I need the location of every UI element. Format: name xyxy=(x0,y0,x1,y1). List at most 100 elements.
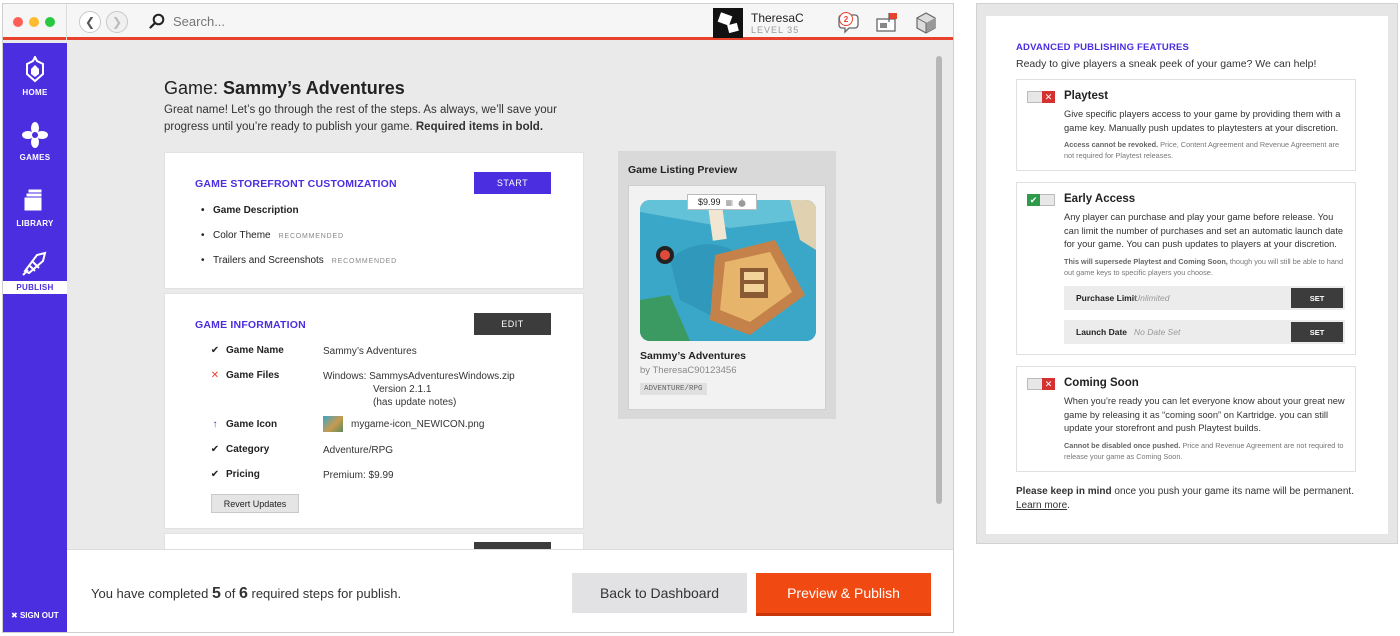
category-tag: ADVENTURE/RPG xyxy=(640,383,707,395)
history-nav: ❮ ❯ xyxy=(79,11,128,33)
sidebar-item-publish[interactable]: PUBLISH xyxy=(3,249,73,295)
storefront-card: GAME STOREFRONT CUSTOMIZATION START Game… xyxy=(164,152,584,289)
game-files-version: Version 2.1.1 xyxy=(373,384,432,395)
check-icon: ✔ xyxy=(210,444,220,455)
check-icon: ✔ xyxy=(210,345,220,356)
keep-in-mind-bold: Please keep in mind xyxy=(1016,486,1112,497)
learn-more-link[interactable]: Learn more xyxy=(1016,500,1067,511)
learn-more-period: . xyxy=(1067,499,1070,511)
username: TheresaC xyxy=(751,11,804,25)
early-access-note-bold: This will supersede Playtest and Coming … xyxy=(1064,257,1228,266)
early-access-toggle[interactable]: ✔ xyxy=(1027,194,1055,206)
notifications-button[interactable]: 2 xyxy=(835,12,859,34)
search-input[interactable] xyxy=(173,13,373,29)
set-purchase-limit-button[interactable]: SET xyxy=(1291,288,1343,308)
sidebar-item-home[interactable]: HOME xyxy=(3,56,67,97)
game-icon-filename: mygame-icon_NEWICON.png xyxy=(351,418,485,430)
set-launch-date-button[interactable]: SET xyxy=(1291,322,1343,342)
progress-text-of: of xyxy=(224,586,236,601)
storefront-item-label: Game Description xyxy=(213,205,299,216)
publish-warning: Please keep in mind once you push your g… xyxy=(1016,485,1356,512)
back-to-dashboard-button[interactable]: Back to Dashboard xyxy=(572,573,747,613)
coming-soon-toggle[interactable]: ✕ xyxy=(1027,378,1055,390)
edit-game-info-button[interactable]: EDIT xyxy=(474,313,551,335)
coming-soon-note-bold: Cannot be disabled once pushed. xyxy=(1064,441,1181,450)
launch-date-value: No Date Set xyxy=(1134,327,1181,337)
sidebar-item-label: LIBRARY xyxy=(16,219,54,228)
mailbox-button[interactable] xyxy=(875,12,899,34)
recommended-tag: RECOMMENDED xyxy=(278,233,344,240)
playtest-title: Playtest xyxy=(1064,90,1109,102)
preview-publish-button[interactable]: Preview & Publish xyxy=(756,573,931,613)
windows-icon: ▦ xyxy=(725,197,734,207)
sidebar-item-games[interactable]: GAMES xyxy=(3,121,67,162)
sign-out-button[interactable]: ✖ SIGN OUT xyxy=(11,611,59,620)
game-icon-thumbnail xyxy=(323,416,343,432)
notification-badge: 2 xyxy=(839,12,853,26)
revert-updates-button[interactable]: Revert Updates xyxy=(211,494,299,513)
toggle-off-x-icon: ✕ xyxy=(1042,91,1055,103)
purchase-limit-label: Purchase Limit xyxy=(1076,293,1137,303)
minimize-window-button[interactable] xyxy=(29,17,39,27)
game-cover-art xyxy=(640,200,816,341)
playtest-toggle[interactable]: ✕ xyxy=(1027,91,1055,103)
sidebar: HOME GAMES LIBRARY PUBLISH ✖ SIGN OUT xyxy=(3,43,73,632)
info-key: Pricing xyxy=(226,469,260,480)
sidebar-item-label: HOME xyxy=(22,88,48,97)
storefront-heading: GAME STOREFRONT CUSTOMIZATION xyxy=(195,178,397,190)
start-storefront-button[interactable]: START xyxy=(474,172,551,194)
coming-soon-description: When you’re ready you can let everyone k… xyxy=(1064,396,1345,433)
zoom-window-button[interactable] xyxy=(45,17,55,27)
info-key: Category xyxy=(226,444,270,455)
window-controls xyxy=(13,17,55,27)
intro-required-note: Required items in bold. xyxy=(415,121,544,133)
publish-footer: You have completed 5 of 6 required steps… xyxy=(67,549,953,632)
app-window: ❮ ❯ TheresaC LEVEL 35 2 xyxy=(2,3,954,633)
steps-completed: 5 xyxy=(211,585,221,602)
mailbox-icon xyxy=(876,13,897,32)
early-access-note: This will supersede Playtest and Coming … xyxy=(1064,257,1349,278)
launch-date-row: Launch Date No Date Set SET xyxy=(1064,320,1345,344)
error-x-icon: ✕ xyxy=(210,370,220,381)
main-scrollbar[interactable] xyxy=(936,56,942,504)
game-information-card: GAME INFORMATION EDIT ✔ Game Name Sammy’… xyxy=(164,293,584,529)
search-bar xyxy=(149,13,373,29)
sidebar-item-label: GAMES xyxy=(19,153,51,162)
sidebar-item-label: PUBLISH xyxy=(3,281,73,295)
back-nav-button[interactable]: ❮ xyxy=(79,11,101,33)
preview-card[interactable]: $9.99 ▦ Sammy’s Adventures by TheresaC90… xyxy=(628,185,826,410)
search-icon xyxy=(149,13,165,29)
price-tag: $9.99 ▦ xyxy=(687,194,757,210)
user-profile[interactable]: TheresaC LEVEL 35 xyxy=(713,8,804,38)
game-listing-preview: Game Listing Preview $9.99 ▦ Sammy’s Adv… xyxy=(618,151,836,419)
playtest-note: Access cannot be revoked. Price, Content… xyxy=(1064,140,1349,161)
apple-icon xyxy=(738,198,746,207)
close-x-icon: ✖ xyxy=(11,611,18,620)
user-level: LEVEL 35 xyxy=(751,25,800,35)
early-access-title: Early Access xyxy=(1064,193,1136,205)
close-window-button[interactable] xyxy=(13,17,23,27)
package-box-icon xyxy=(916,12,936,34)
price-value: $9.99 xyxy=(697,197,721,207)
purchase-limit-row: Purchase Limit Unlimited SET xyxy=(1064,286,1345,310)
library-stack-icon xyxy=(23,188,43,212)
storefront-item-label: Trailers and Screenshots xyxy=(213,255,324,266)
main-content: Game: Sammy’s Adventures Great name! Let… xyxy=(67,43,953,549)
sign-out-label: SIGN OUT xyxy=(19,611,59,620)
publish-rocket-icon xyxy=(22,251,47,276)
forward-nav-button[interactable]: ❯ xyxy=(106,11,128,33)
game-files-notes: (has update notes) xyxy=(373,397,457,408)
avatar[interactable] xyxy=(713,8,743,38)
chevron-right-icon: ❯ xyxy=(111,15,123,29)
page-title-prefix: Game: xyxy=(164,78,219,98)
info-key: Game Icon xyxy=(226,419,278,430)
playtest-feature: ✕ Playtest Give specific players access … xyxy=(1016,79,1356,171)
package-button[interactable] xyxy=(915,12,939,34)
next-card-button[interactable] xyxy=(474,542,551,549)
info-value: Premium: $9.99 xyxy=(323,470,394,481)
sidebar-item-library[interactable]: LIBRARY xyxy=(3,187,67,228)
page-title-game-name: Sammy’s Adventures xyxy=(223,78,405,98)
early-access-feature: ✔ Early Access Any player can purchase a… xyxy=(1016,182,1356,355)
advanced-heading: ADVANCED PUBLISHING FEATURES xyxy=(1016,42,1190,53)
toggle-on-check-icon: ✔ xyxy=(1027,194,1040,206)
